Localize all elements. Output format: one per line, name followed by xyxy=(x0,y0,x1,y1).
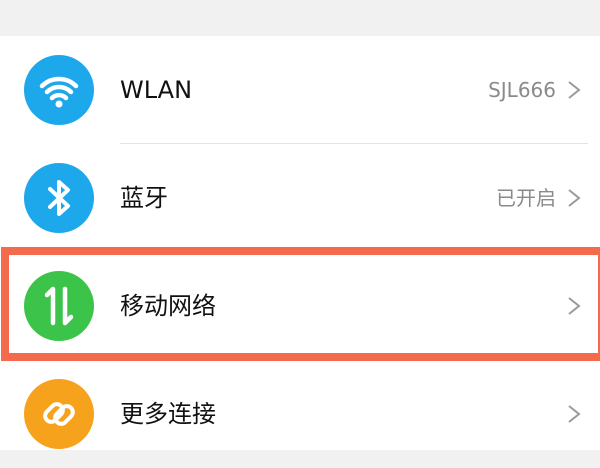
settings-list: WLAN SJL666 蓝牙 已开启 移动网络 更多连接 xyxy=(0,36,600,450)
chevron-right-icon xyxy=(566,404,582,424)
chevron-right-icon xyxy=(566,188,582,208)
chevron-right-icon xyxy=(566,80,582,100)
settings-item-label: 更多连接 xyxy=(120,400,216,428)
settings-item-label: WLAN xyxy=(120,76,193,104)
chevron-right-icon xyxy=(566,296,582,316)
top-spacer xyxy=(0,0,600,36)
settings-item-wlan[interactable]: WLAN SJL666 xyxy=(0,36,600,144)
settings-item-mobile-network[interactable]: 移动网络 xyxy=(0,252,600,360)
wifi-icon xyxy=(24,55,94,125)
settings-item-bluetooth[interactable]: 蓝牙 已开启 xyxy=(0,144,600,252)
settings-item-label: 移动网络 xyxy=(120,292,216,320)
mobile-data-icon xyxy=(24,271,94,341)
settings-item-more-connections[interactable]: 更多连接 xyxy=(0,360,600,468)
wlan-network-name: SJL666 xyxy=(488,78,556,102)
bluetooth-icon xyxy=(24,163,94,233)
link-icon xyxy=(24,379,94,449)
settings-item-label: 蓝牙 xyxy=(120,184,168,212)
bluetooth-status: 已开启 xyxy=(496,186,556,210)
